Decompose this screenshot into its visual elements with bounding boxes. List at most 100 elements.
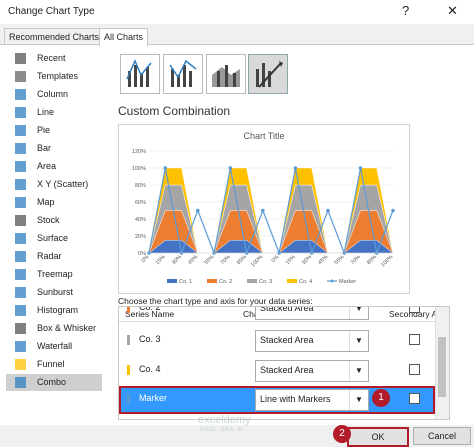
stock-icon — [15, 215, 26, 226]
chevron-down-icon[interactable]: ▼ — [349, 307, 368, 319]
chart-type-value: Stacked Area — [260, 365, 314, 375]
combo-area-column-icon[interactable] — [206, 54, 246, 94]
watermark-name: exceldemy — [198, 414, 251, 426]
callout-badge-1: 1 — [372, 389, 390, 407]
secondary-axis-checkbox[interactable] — [409, 334, 420, 345]
x-tick-label: 70% — [220, 254, 232, 266]
chevron-down-icon[interactable]: ▼ — [349, 331, 368, 351]
watermark-tagline: EXCEL · DATA · BI — [200, 427, 243, 433]
secondary-axis-checkbox[interactable] — [409, 393, 420, 404]
sidebar-item-waterfall[interactable]: Waterfall — [6, 338, 102, 355]
x-tick-label: 55% — [203, 254, 215, 266]
x-tick-label: 45% — [187, 254, 199, 266]
x-tick-label: 15% — [285, 254, 297, 266]
sidebar-item-funnel[interactable]: Funnel — [6, 356, 102, 373]
help-icon[interactable]: ? — [402, 3, 409, 18]
legend-swatch — [207, 279, 217, 283]
tab-recommended-charts[interactable]: Recommended Charts — [4, 28, 105, 45]
cancel-button[interactable]: Cancel — [413, 427, 471, 445]
sidebar-item-combo[interactable]: Combo — [6, 374, 102, 391]
combo-clustered-column-line-icon[interactable] — [120, 54, 160, 94]
sidebar-item-label: Histogram — [37, 305, 79, 315]
y-tick-label: 80% — [135, 183, 146, 189]
legend-swatch — [287, 279, 297, 283]
watermark: exceldemy EXCEL · DATA · BI — [198, 412, 318, 434]
x-tick-label: 55% — [334, 254, 346, 266]
sidebar-item-area[interactable]: Area — [6, 158, 102, 175]
radar-icon — [15, 251, 26, 262]
sidebar-item-label: Treemap — [37, 269, 73, 279]
x-y-scatter-icon — [15, 179, 26, 190]
sidebar-item-recent[interactable]: Recent — [6, 50, 102, 67]
sidebar-item-surface[interactable]: Surface — [6, 230, 102, 247]
sidebar-item-x-y-scatter[interactable]: X Y (Scatter) — [6, 176, 102, 193]
secondary-axis-checkbox[interactable] — [409, 364, 420, 375]
x-tick-label: 100% — [380, 254, 394, 268]
combo-column-line-secondary-icon[interactable] — [163, 54, 203, 94]
sidebar-item-bar[interactable]: Bar — [6, 140, 102, 157]
ok-button[interactable]: OK — [347, 427, 409, 447]
sidebar-item-label: Area — [37, 161, 57, 171]
series-row[interactable]: Co. 4 Stacked Area ▼ — [119, 357, 435, 385]
sidebar-item-sunburst[interactable]: Sunburst — [6, 284, 102, 301]
sidebar-item-templates[interactable]: Templates — [6, 68, 102, 85]
chart-type-value: Stacked Area — [260, 306, 314, 313]
surface-icon — [15, 233, 26, 244]
x-tick-label: 45% — [317, 254, 329, 266]
chart-type-select[interactable]: Stacked Area ▼ — [255, 360, 369, 382]
sidebar-item-stock[interactable]: Stock — [6, 212, 102, 229]
sidebar-item-label: Pie — [37, 125, 51, 135]
box-whisker-icon — [15, 323, 26, 334]
sidebar-item-box-whisker[interactable]: Box & Whisker — [6, 320, 102, 337]
series-color-swatch — [127, 307, 130, 313]
chart-type-select[interactable]: Stacked Area ▼ — [255, 306, 369, 320]
series-name: Marker — [139, 393, 168, 403]
sidebar-item-label: Column — [37, 89, 69, 99]
table-scrollbar[interactable] — [435, 307, 449, 419]
sidebar-item-label: Box & Whisker — [37, 323, 97, 333]
legend-label: Co. 3 — [259, 279, 272, 285]
sidebar-item-label: Surface — [37, 233, 69, 243]
chart-type-select[interactable]: Line with Markers ▼ — [255, 389, 369, 411]
x-tick-label: 30% — [171, 254, 183, 266]
area-icon — [15, 161, 26, 172]
sidebar-item-histogram[interactable]: Histogram — [6, 302, 102, 319]
series-color-swatch — [127, 335, 130, 345]
sidebar-item-label: Radar — [37, 251, 62, 261]
legend-swatch — [167, 279, 177, 283]
sidebar-item-label: Sunburst — [37, 287, 74, 297]
column-icon — [15, 89, 26, 100]
series-table: Series Name Chart Type Secondary Axis Co… — [118, 306, 450, 420]
histogram-icon — [15, 305, 26, 316]
y-tick-label: 60% — [135, 200, 146, 206]
sidebar-item-label: Templates — [37, 71, 79, 81]
tab-all-charts[interactable]: All Charts — [99, 28, 149, 46]
chevron-down-icon[interactable]: ▼ — [349, 390, 368, 410]
marker-point — [326, 208, 330, 213]
sidebar-item-line[interactable]: Line — [6, 104, 102, 121]
recent-icon — [15, 53, 26, 64]
title-bar: Change Chart Type ? ✕ — [0, 0, 474, 24]
sidebar-item-radar[interactable]: Radar — [6, 248, 102, 265]
sidebar-item-map[interactable]: Map — [6, 194, 102, 211]
sidebar-item-pie[interactable]: Pie — [6, 122, 102, 139]
chevron-down-icon[interactable]: ▼ — [349, 361, 368, 381]
sidebar-item-treemap[interactable]: Treemap — [6, 266, 102, 283]
sidebar-item-label: Bar — [37, 143, 52, 153]
secondary-axis-checkbox[interactable] — [409, 307, 420, 313]
marker-point — [293, 166, 298, 170]
marker-point — [358, 166, 363, 170]
series-row[interactable]: Co. 2 Stacked Area ▼ — [119, 306, 435, 323]
series-table-caption: Choose the chart type and axis for your … — [118, 296, 313, 306]
marker-point — [228, 166, 233, 170]
close-icon[interactable]: ✕ — [447, 3, 458, 19]
bar-icon — [15, 143, 26, 154]
sidebar-item-column[interactable]: Column — [6, 86, 102, 103]
series-row[interactable]: Co. 3 Stacked Area ▼ — [119, 327, 435, 355]
sunburst-icon — [15, 287, 26, 298]
chart-type-select[interactable]: Stacked Area ▼ — [255, 330, 369, 352]
legend-label: Co. 1 — [179, 279, 192, 285]
combo-custom-icon[interactable] — [248, 54, 288, 94]
marker-point — [391, 208, 395, 213]
sidebar-item-label: Combo — [37, 377, 67, 387]
